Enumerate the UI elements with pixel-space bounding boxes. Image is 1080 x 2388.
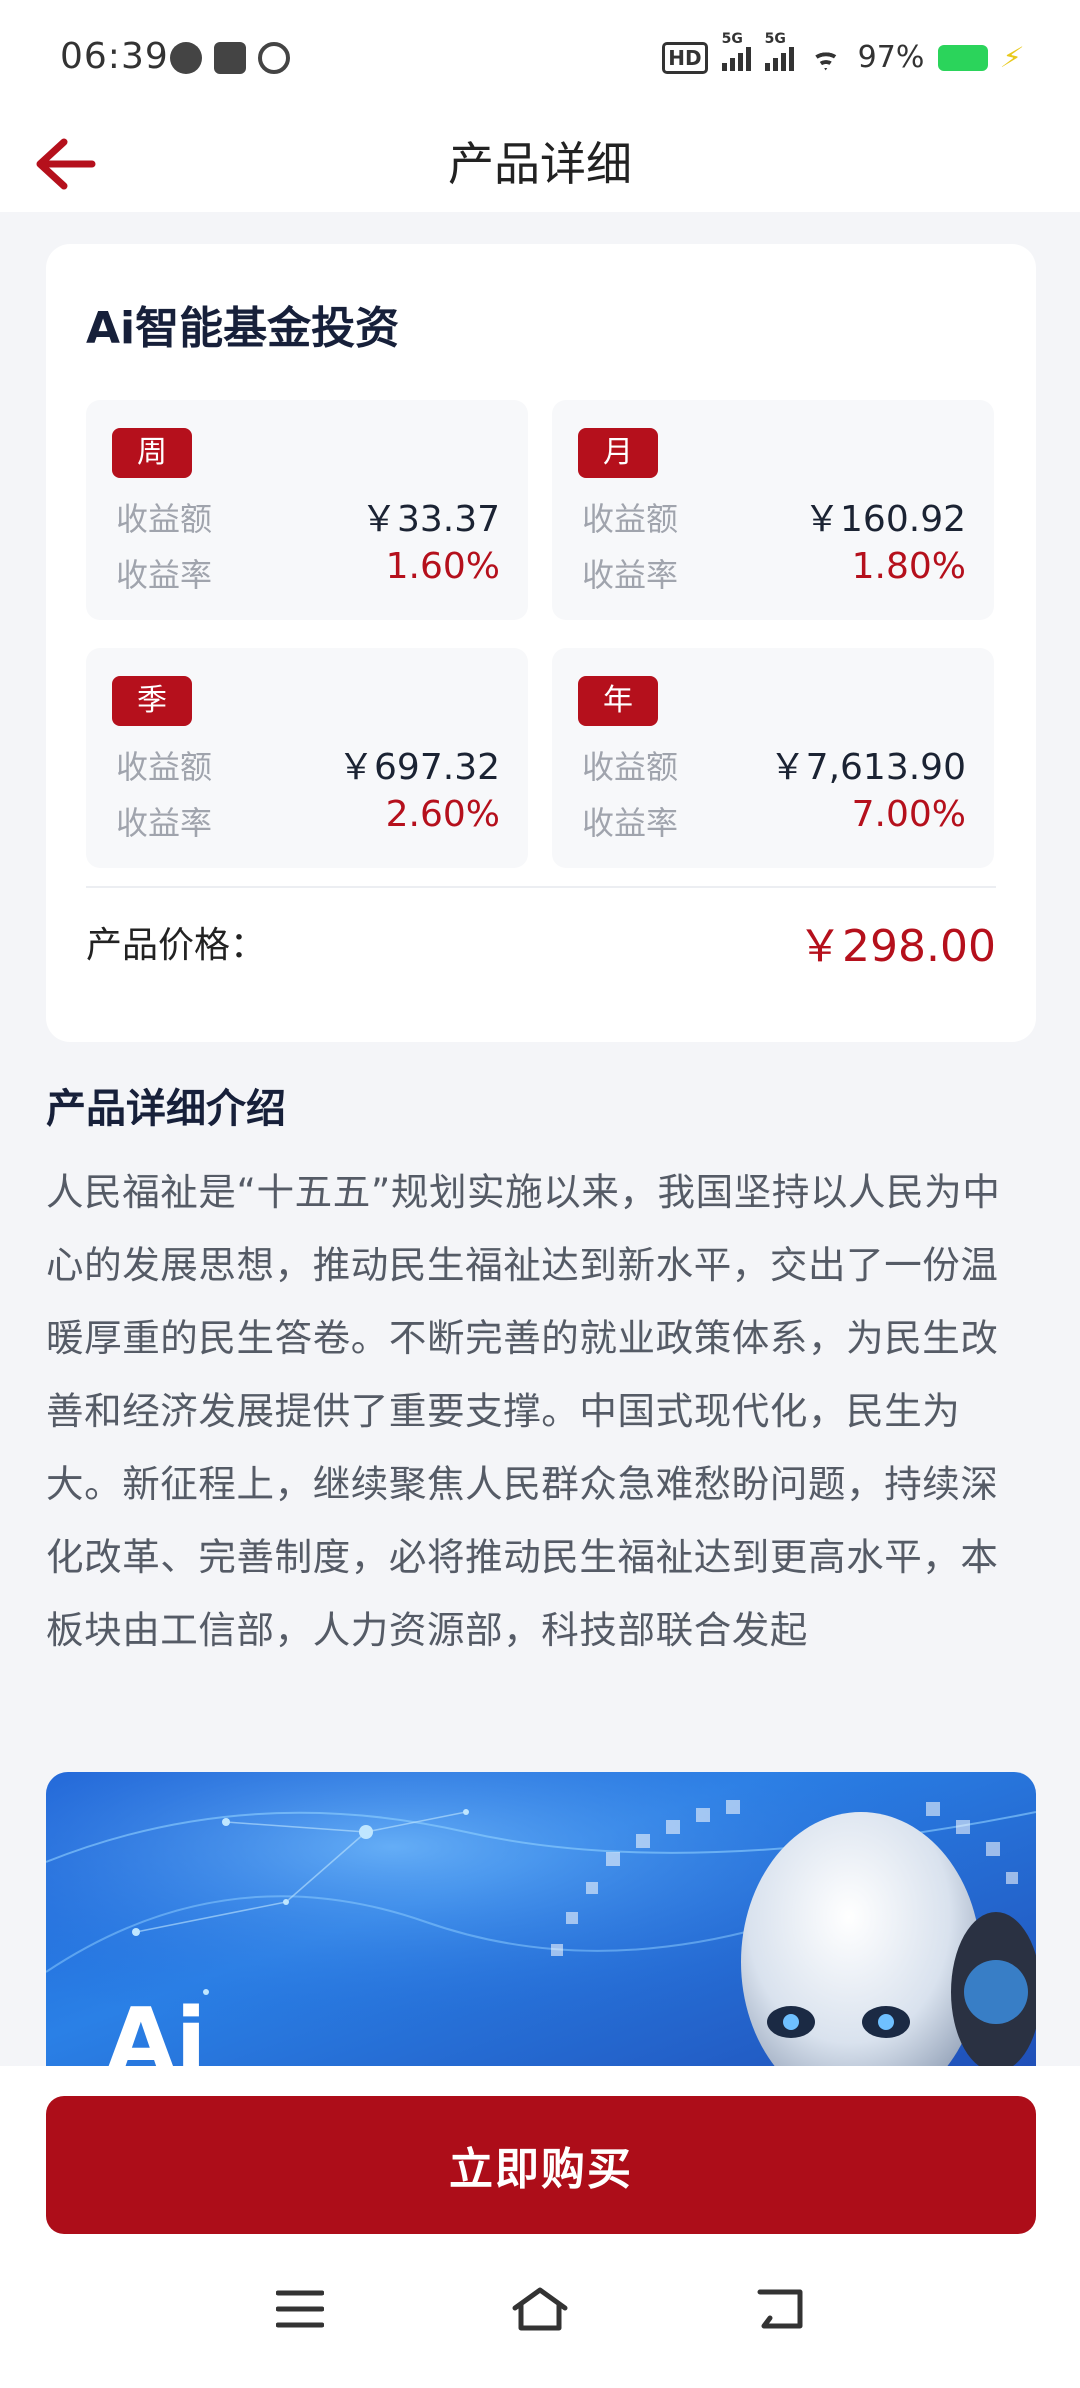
signal-icon: 5G bbox=[721, 31, 751, 71]
period-tag: 年 bbox=[578, 676, 658, 726]
buy-now-button[interactable]: 立即购买 bbox=[46, 2096, 1036, 2234]
status-time: 06:39 bbox=[60, 36, 169, 77]
system-nav-bar bbox=[0, 2246, 1080, 2388]
back-nav-icon bbox=[757, 2289, 803, 2329]
divider bbox=[86, 886, 996, 888]
rate-value: 2.60% bbox=[385, 794, 500, 835]
back-button[interactable] bbox=[30, 116, 100, 212]
back-arrow-icon bbox=[36, 138, 96, 190]
home-icon bbox=[512, 2287, 568, 2331]
notification-icons bbox=[170, 42, 290, 74]
period-box-quarter: 季 收益额 ￥697.32 收益率 2.60% bbox=[86, 648, 528, 868]
check-circle-icon bbox=[170, 42, 202, 74]
bottom-action-bar: 立即购买 bbox=[0, 2066, 1080, 2246]
menu-icon bbox=[276, 2290, 324, 2328]
product-name: Ai智能基金投资 bbox=[86, 303, 400, 354]
amount-label: 收益额 bbox=[116, 500, 213, 538]
banner-artwork: Ai bbox=[46, 1772, 1036, 2072]
hd-icon: HD bbox=[662, 41, 708, 74]
amount-value: ￥7,613.90 bbox=[769, 747, 966, 788]
signal-icon: 5G bbox=[764, 31, 794, 71]
price-label: 产品价格： bbox=[86, 925, 267, 966]
product-banner-image: Ai bbox=[46, 1772, 1036, 2072]
status-bar: 06:39 HD 5G 5G 97% ⚡ bbox=[0, 0, 1080, 116]
price-value: ￥298.00 bbox=[798, 921, 996, 972]
charging-bolt-icon: ⚡ bbox=[997, 41, 1027, 74]
banner-text: Ai bbox=[106, 1989, 207, 2072]
image-notification-icon bbox=[214, 42, 246, 74]
signal-label: 5G bbox=[764, 30, 786, 47]
rate-value: 1.60% bbox=[385, 546, 500, 587]
period-tag: 季 bbox=[112, 676, 192, 726]
battery-icon bbox=[938, 44, 989, 71]
wifi-icon bbox=[808, 45, 844, 71]
status-right: HD 5G 5G 97% ⚡ bbox=[662, 31, 1026, 75]
details-title: 产品详细介绍 bbox=[46, 1086, 286, 1132]
rate-label: 收益率 bbox=[116, 804, 213, 842]
menu-button[interactable] bbox=[260, 2274, 340, 2344]
app-bar: 产品详细 bbox=[0, 116, 1080, 212]
rate-label: 收益率 bbox=[582, 804, 679, 842]
period-box-week: 周 收益额 ￥33.37 收益率 1.60% bbox=[86, 400, 528, 620]
signal-label: 5G bbox=[721, 30, 743, 47]
rate-value: 7.00% bbox=[851, 794, 966, 835]
rate-label: 收益率 bbox=[116, 556, 213, 594]
app-notification-icon bbox=[258, 42, 290, 74]
amount-value: ￥33.37 bbox=[360, 499, 500, 540]
amount-value: ￥160.92 bbox=[804, 499, 966, 540]
period-box-month: 月 收益额 ￥160.92 收益率 1.80% bbox=[552, 400, 994, 620]
details-text: 人民福祉是“十五五”规划实施以来，我国坚持以人民为中心的发展思想，推动民生福祉达… bbox=[46, 1170, 1001, 1652]
rate-label: 收益率 bbox=[582, 556, 679, 594]
period-tag: 月 bbox=[578, 428, 658, 478]
amount-label: 收益额 bbox=[582, 748, 679, 786]
page-title: 产品详细 bbox=[448, 137, 632, 191]
rate-value: 1.80% bbox=[851, 546, 966, 587]
period-tag: 周 bbox=[112, 428, 192, 478]
product-card: Ai智能基金投资 周 收益额 ￥33.37 收益率 1.60% 月 收益额 ￥1… bbox=[46, 244, 1036, 1042]
battery-percent: 97% bbox=[857, 40, 925, 75]
back-nav-button[interactable] bbox=[740, 2274, 820, 2344]
amount-value: ￥697.32 bbox=[338, 747, 500, 788]
amount-label: 收益额 bbox=[116, 748, 213, 786]
period-box-year: 年 收益额 ￥7,613.90 收益率 7.00% bbox=[552, 648, 994, 868]
home-button[interactable] bbox=[500, 2274, 580, 2344]
amount-label: 收益额 bbox=[582, 500, 679, 538]
